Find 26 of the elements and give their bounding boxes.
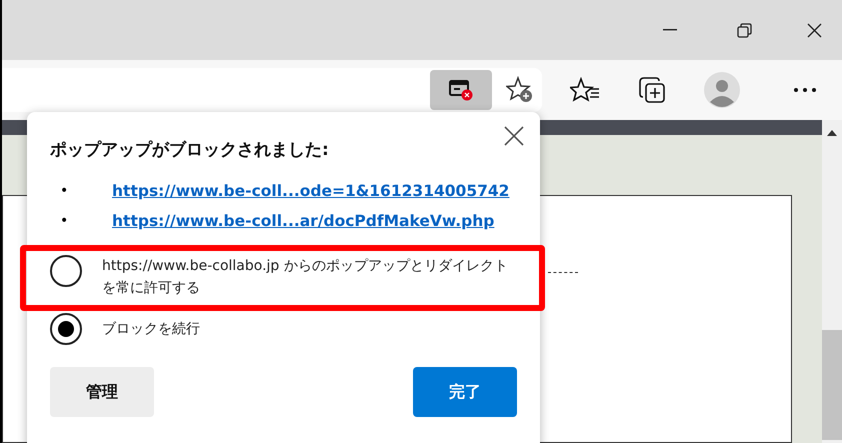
radio-button[interactable] bbox=[50, 255, 82, 287]
popup-link[interactable]: https://www.be-coll...ar/docPdfMakeVw.php bbox=[112, 210, 494, 233]
collections-icon[interactable] bbox=[638, 76, 666, 104]
option-label: https://www.be-collabo.jp からのポップアップとリダイレクトを常に許可する bbox=[102, 257, 509, 298]
close-icon[interactable] bbox=[807, 22, 822, 38]
dialog-title: ポップアップがブロックされました: bbox=[50, 139, 329, 162]
scroll-up-icon[interactable] bbox=[827, 130, 837, 136]
more-icon[interactable] bbox=[794, 88, 816, 92]
popup-link[interactable]: https://www.be-coll...ode=1&1612314005742 bbox=[112, 180, 510, 203]
option-label: ブロックを続行 bbox=[102, 320, 201, 339]
popup-blocked-button[interactable] bbox=[430, 70, 492, 110]
dashed-line bbox=[548, 272, 578, 273]
done-button[interactable]: 完了 bbox=[413, 367, 517, 417]
radio-button[interactable] bbox=[50, 313, 82, 345]
scrollbar[interactable] bbox=[822, 120, 842, 443]
bullet: • bbox=[59, 182, 70, 201]
restore-icon[interactable] bbox=[737, 22, 752, 38]
scrollbar-thumb[interactable] bbox=[822, 330, 842, 440]
blocked-window-icon bbox=[449, 79, 473, 101]
close-icon[interactable] bbox=[504, 126, 524, 146]
favorites-icon[interactable] bbox=[570, 77, 600, 103]
manage-button[interactable]: 管理 bbox=[50, 367, 154, 417]
minimize-icon[interactable] bbox=[663, 29, 677, 31]
profile-avatar-icon[interactable] bbox=[704, 72, 740, 108]
star-plus-icon[interactable] bbox=[506, 76, 534, 104]
bullet: • bbox=[59, 212, 70, 231]
